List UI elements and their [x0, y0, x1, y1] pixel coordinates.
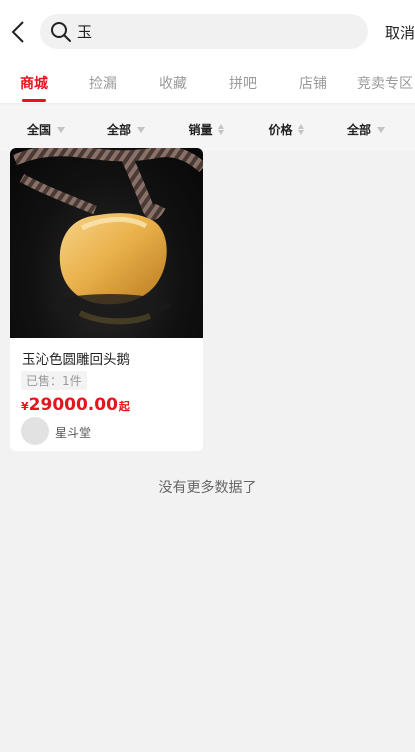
filter-category[interactable]: 全部	[86, 121, 166, 138]
price-currency: ¥	[21, 400, 29, 413]
tab-favorites[interactable]: 收藏	[138, 73, 208, 93]
sort-arrows-icon	[297, 124, 304, 135]
active-tab-indicator	[22, 99, 46, 102]
jade-goose-pendant-image	[12, 148, 203, 325]
cancel-button[interactable]: 取消	[385, 22, 415, 43]
tab-mall[interactable]: 商城	[0, 73, 69, 93]
tab-shops[interactable]: 店铺	[278, 73, 348, 93]
caret-down-icon	[377, 126, 385, 133]
filter-all[interactable]: 全部	[326, 121, 406, 138]
filter-all-label: 全部	[346, 123, 371, 137]
no-more-data-text: 没有更多数据了	[158, 480, 257, 496]
caret-down-icon	[137, 126, 145, 133]
shop-name[interactable]: 星斗堂	[55, 424, 91, 441]
back-button[interactable]	[6, 18, 30, 46]
sort-price-label: 价格	[268, 123, 293, 137]
product-card[interactable]: 玉沁色圆雕回头鹅 已售：1件 ¥29000.00 起 星斗堂	[10, 148, 203, 451]
filter-region[interactable]: 全国	[6, 121, 86, 138]
filter-region-label: 全国	[26, 123, 51, 137]
tab-auction-zone[interactable]: 竞卖专区	[348, 73, 415, 93]
sort-sales[interactable]: 销量	[166, 121, 246, 138]
sort-arrows-icon	[217, 124, 224, 135]
sold-count-badge: 已售：1件	[21, 371, 87, 390]
sort-sales-label: 销量	[188, 123, 213, 137]
top-bar: 取消	[0, 0, 415, 64]
filter-category-label: 全部	[106, 123, 131, 137]
shop-avatar[interactable]	[21, 417, 49, 445]
tab-bargain[interactable]: 捡漏	[68, 73, 138, 93]
price-suffix: 起	[118, 400, 130, 413]
search-box[interactable]	[40, 14, 368, 49]
filter-bar: 全国 全部 销量 价格 全部	[0, 105, 415, 151]
price-amount: 29000.00	[28, 395, 118, 415]
product-price: ¥29000.00 起	[21, 395, 130, 415]
category-tabs: 商城 捡漏 收藏 拼吧 店铺 竞卖专区	[0, 64, 415, 104]
search-input[interactable]	[77, 16, 347, 47]
product-title[interactable]: 玉沁色圆雕回头鹅	[22, 348, 130, 368]
tab-group[interactable]: 拼吧	[208, 73, 278, 93]
chevron-left-icon	[11, 21, 24, 43]
product-image[interactable]	[10, 148, 203, 338]
caret-down-icon	[57, 126, 65, 133]
search-icon	[50, 21, 72, 43]
sort-price[interactable]: 价格	[246, 121, 326, 138]
